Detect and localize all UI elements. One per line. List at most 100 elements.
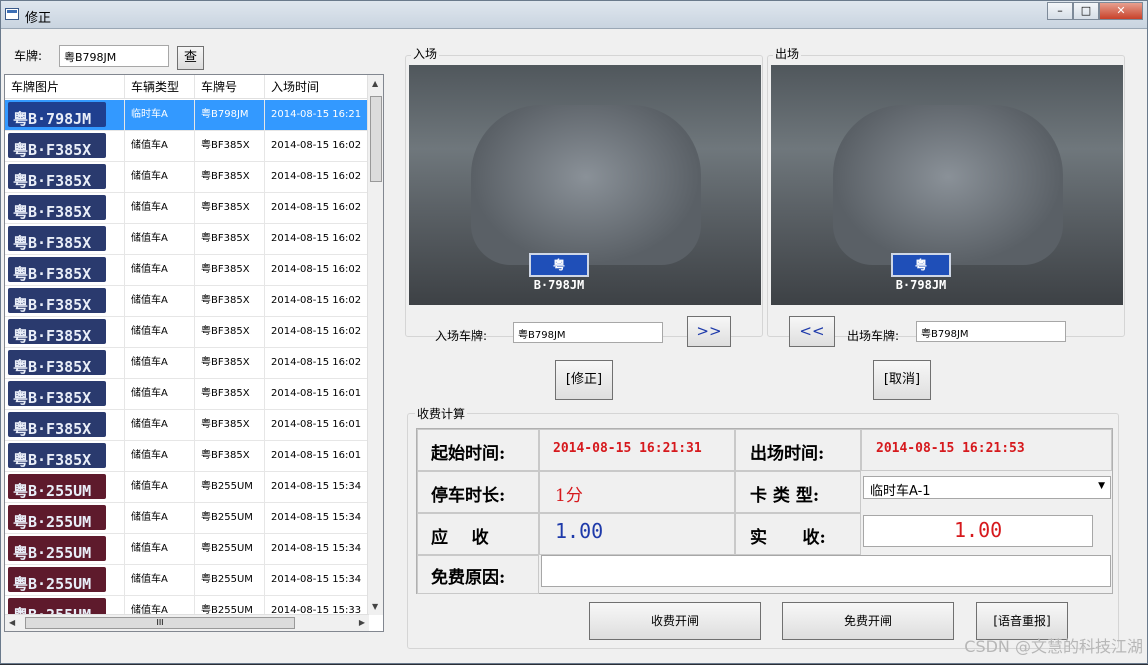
plate-thumbnail-text: 粤B·255UM	[13, 513, 92, 530]
plate-thumbnail: 粤B·F385X	[8, 164, 106, 189]
plate-number-cell: 粤BF385X	[195, 348, 265, 378]
plate-image-cell: 粤B·F385X	[5, 255, 125, 285]
vehicle-type-cell: 储值车A	[125, 410, 195, 440]
charge-open-gate-button[interactable]: 收费开闸	[589, 602, 761, 640]
free-open-gate-button[interactable]: 免费开闸	[782, 602, 954, 640]
vertical-scrollbar[interactable]: ▲ ▼	[367, 75, 383, 615]
plate-thumbnail-text: 粤B·F385X	[13, 141, 92, 158]
entry-car-image	[471, 105, 701, 265]
plate-thumbnail: 粤B·F385X	[8, 133, 106, 158]
plate-search-input[interactable]: 粤B798JM	[59, 45, 169, 67]
col-header-vehicle-type[interactable]: 车辆类型	[125, 75, 195, 98]
plate-image-cell: 粤B·F385X	[5, 193, 125, 223]
col-header-plate-image[interactable]: 车牌图片	[5, 75, 125, 98]
plate-thumbnail: 粤B·798JM	[8, 102, 106, 127]
plate-thumbnail: 粤B·F385X	[8, 288, 106, 313]
exit-photo-plate: 粤B·798JM	[891, 253, 951, 292]
copy-left-button[interactable]: <<	[789, 316, 835, 347]
table-row[interactable]: 粤B·F385X 储值车A 粤BF385X 2014-08-15 16:02	[5, 348, 369, 379]
plate-thumbnail-text: 粤B·F385X	[13, 172, 92, 189]
window-controls: – □ ✕	[1047, 2, 1143, 20]
minimize-button[interactable]: –	[1047, 2, 1073, 20]
table-row[interactable]: 粤B·F385X 储值车A 粤BF385X 2014-08-15 16:01	[5, 441, 369, 472]
maximize-button[interactable]: □	[1073, 2, 1099, 20]
table-row[interactable]: 粤B·F385X 储值车A 粤BF385X 2014-08-15 16:02	[5, 317, 369, 348]
amount-paid-input[interactable]: 1.00	[863, 515, 1093, 547]
plate-number-cell: 粤BF385X	[195, 410, 265, 440]
plate-number-cell: 粤B255UM	[195, 503, 265, 533]
plate-thumbnail: 粤B·F385X	[8, 381, 106, 406]
table-row[interactable]: 粤B·F385X 储值车A 粤BF385X 2014-08-15 16:02	[5, 255, 369, 286]
table-row[interactable]: 粤B·F385X 储值车A 粤BF385X 2014-08-15 16:02	[5, 224, 369, 255]
table-row[interactable]: 粤B·255UM 储值车A 粤B255UM 2014-08-15 15:34	[5, 534, 369, 565]
copy-right-button[interactable]: >>	[687, 316, 731, 347]
plate-thumbnail-text: 粤B·F385X	[13, 420, 92, 437]
start-time-label: 起始时间:	[431, 444, 506, 464]
dropdown-arrow-icon[interactable]: ▼	[1098, 481, 1105, 491]
col-header-entry-time[interactable]: 入场时间	[265, 75, 369, 98]
title-bar: 修正 – □ ✕	[1, 1, 1147, 29]
entry-time-cell: 2014-08-15 16:02	[265, 286, 369, 316]
table-row[interactable]: 粤B·255UM 储值车A 粤B255UM 2014-08-15 15:34	[5, 472, 369, 503]
entry-time-cell: 2014-08-15 16:02	[265, 193, 369, 223]
duration-label: 停车时长:	[431, 486, 506, 506]
exit-plate-input[interactable]: 粤B798JM	[916, 321, 1066, 342]
close-button[interactable]: ✕	[1099, 2, 1143, 20]
table-row[interactable]: 粤B·798JM 临时车A 粤B798JM 2014-08-15 16:21	[5, 100, 369, 131]
plate-thumbnail-text: 粤B·F385X	[13, 327, 92, 344]
entry-time-cell: 2014-08-15 16:02	[265, 162, 369, 192]
vehicle-type-cell: 储值车A	[125, 286, 195, 316]
amount-paid-value: 1.00	[954, 518, 1003, 542]
plate-thumbnail-text: 粤B·255UM	[13, 575, 92, 592]
plate-image-cell: 粤B·255UM	[5, 503, 125, 533]
entry-time-cell: 2014-08-15 16:01	[265, 379, 369, 409]
horizontal-scroll-thumb[interactable]: III	[25, 617, 295, 629]
scroll-left-icon[interactable]: ◀	[9, 618, 15, 627]
entry-group-title: 入场	[411, 45, 440, 62]
table-row[interactable]: 粤B·F385X 储值车A 粤BF385X 2014-08-15 16:02	[5, 162, 369, 193]
plate-thumbnail: 粤B·255UM	[8, 505, 106, 530]
vehicle-type-cell: 储值车A	[125, 255, 195, 285]
free-reason-label: 免费原因:	[431, 568, 506, 588]
plate-thumbnail-text: 粤B·F385X	[13, 296, 92, 313]
plate-thumbnail: 粤B·F385X	[8, 257, 106, 282]
plate-thumbnail-text: 粤B·798JM	[13, 110, 92, 127]
table-row[interactable]: 粤B·F385X 储值车A 粤BF385X 2014-08-15 16:02	[5, 193, 369, 224]
table-row[interactable]: 粤B·F385X 储值车A 粤BF385X 2014-08-15 16:02	[5, 131, 369, 162]
exit-time-value: 2014-08-15 16:21:53	[876, 441, 1025, 456]
table-row[interactable]: 粤B·F385X 储值车A 粤BF385X 2014-08-15 16:01	[5, 410, 369, 441]
free-reason-input[interactable]	[541, 555, 1111, 587]
scroll-right-icon[interactable]: ▶	[359, 618, 365, 627]
col-header-plate-number[interactable]: 车牌号	[195, 75, 265, 98]
plate-image-cell: 粤B·F385X	[5, 441, 125, 471]
table-row[interactable]: 粤B·255UM 储值车A 粤B255UM 2014-08-15 15:34	[5, 503, 369, 534]
card-type-select[interactable]: 临时车A-1 ▼	[863, 476, 1111, 499]
entry-time-cell: 2014-08-15 16:02	[265, 317, 369, 347]
plate-thumbnail: 粤B·255UM	[8, 567, 106, 592]
correction-window: 修正 – □ ✕ 车牌: 粤B798JM 查 车牌图片 车辆类型 车牌号 入场时…	[0, 0, 1148, 664]
plate-image-cell: 粤B·F385X	[5, 286, 125, 316]
table-row[interactable]: 粤B·255UM 储值车A 粤B255UM 2014-08-15 15:34	[5, 565, 369, 596]
scroll-down-icon[interactable]: ▼	[372, 602, 378, 611]
table-row[interactable]: 粤B·F385X 储值车A 粤BF385X 2014-08-15 16:01	[5, 379, 369, 410]
entry-time-cell: 2014-08-15 15:34	[265, 534, 369, 564]
amount-due-label: 应 收	[431, 528, 489, 548]
vehicle-type-cell: 储值车A	[125, 162, 195, 192]
table-row[interactable]: 粤B·F385X 储值车A 粤BF385X 2014-08-15 16:02	[5, 286, 369, 317]
search-button[interactable]: 查	[177, 46, 204, 70]
plate-image-cell: 粤B·F385X	[5, 162, 125, 192]
entry-photo: 粤B·798JM	[409, 65, 761, 305]
entry-plate-input[interactable]: 粤B798JM	[513, 322, 663, 343]
plate-number-cell: 粤B798JM	[195, 100, 265, 130]
vertical-scroll-thumb[interactable]	[370, 96, 382, 182]
scroll-up-icon[interactable]: ▲	[372, 79, 378, 88]
fix-button[interactable]: [修正]	[555, 360, 613, 400]
vehicle-type-cell: 储值车A	[125, 534, 195, 564]
plate-thumbnail: 粤B·F385X	[8, 195, 106, 220]
horizontal-scrollbar[interactable]: ◀ III ▶	[5, 614, 369, 631]
plate-image-cell: 粤B·255UM	[5, 472, 125, 502]
plate-thumbnail: 粤B·255UM	[8, 536, 106, 561]
entry-time-cell: 2014-08-15 16:01	[265, 410, 369, 440]
exit-time-label: 出场时间:	[750, 444, 825, 464]
cancel-button[interactable]: [取消]	[873, 360, 931, 400]
